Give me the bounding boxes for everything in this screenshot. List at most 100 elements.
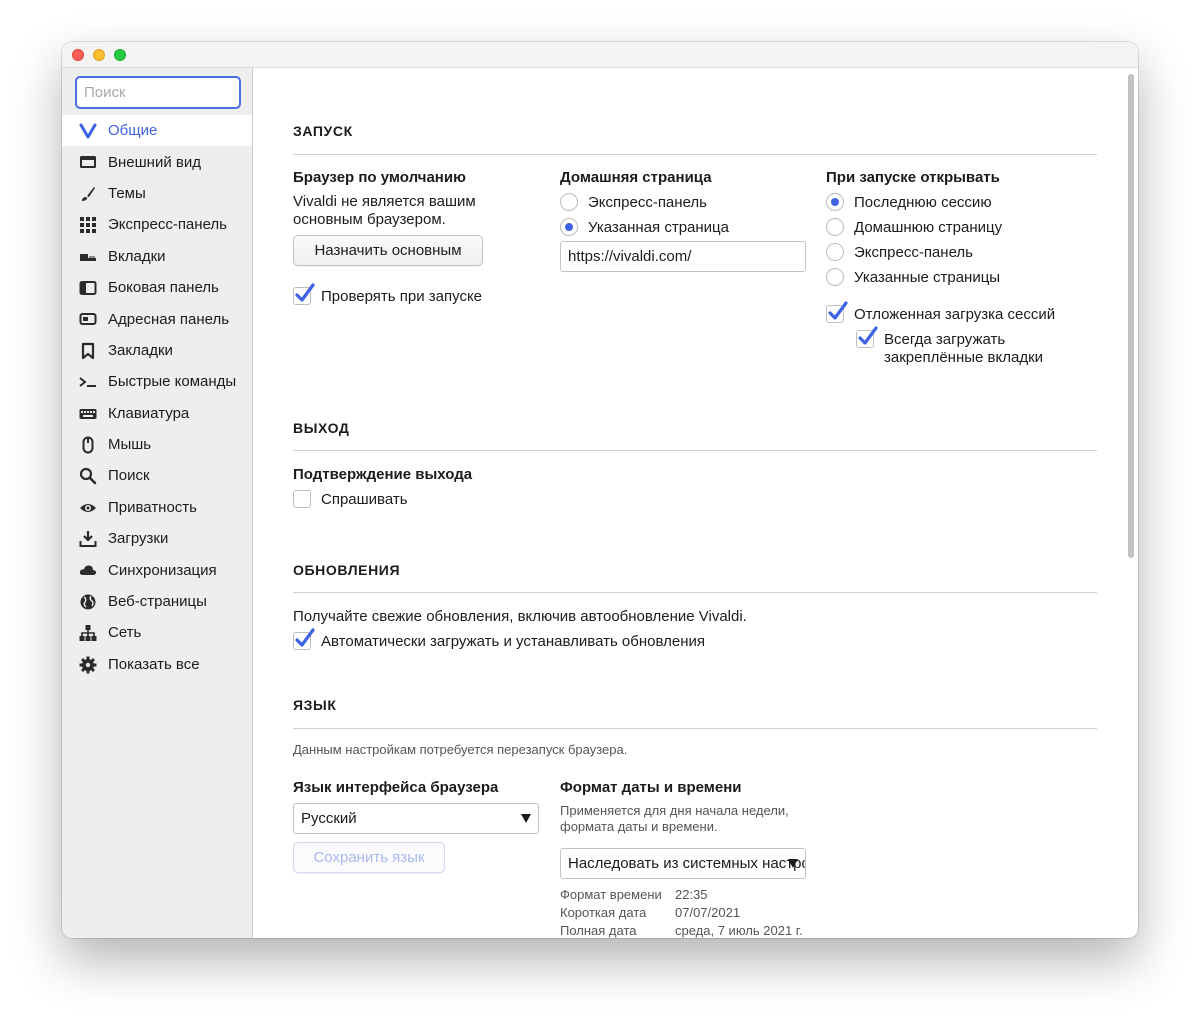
tabs-icon [80, 253, 96, 261]
datetime-format-heading: Формат даты и времени [560, 779, 742, 796]
auto-update-checkbox[interactable] [293, 628, 315, 650]
sidebar-item-quick-commands[interactable]: Быстрые команды [62, 366, 252, 397]
always-load-pinned-label-line1: Всегда загружать [884, 331, 1006, 348]
sidebar-item-label: Внешний вид [108, 153, 201, 171]
check-on-startup-label: Проверять при запуске [321, 288, 483, 305]
checkmark-icon [828, 301, 848, 320]
mouse-icon [82, 436, 94, 454]
datetime-format-select[interactable]: Наследовать из системных настроек [560, 848, 806, 879]
homepage-url-input[interactable] [560, 241, 806, 272]
sidebar-item-downloads[interactable]: Загрузки [62, 523, 252, 554]
check-on-startup-checkbox[interactable] [293, 283, 315, 305]
sidebar-item-tabs[interactable]: Вкладки [62, 241, 252, 272]
sidebar-nav: Общие Внешний вид Темы Экспресс-панель В… [62, 115, 252, 680]
title-bar [62, 42, 1138, 68]
search-icon [79, 468, 97, 485]
always-load-pinned-checkbox[interactable] [856, 326, 878, 348]
startup-option-label: Последнюю сессию [854, 194, 992, 211]
homepage-speed-dial-radio[interactable] [560, 193, 578, 211]
sidebar-item-mouse[interactable]: Мышь [62, 429, 252, 460]
datetime-format-value: Наследовать из системных настроек [568, 855, 806, 872]
section-title-exit: ВЫХОД [293, 420, 350, 436]
download-icon [79, 531, 97, 548]
keyboard-icon [79, 408, 97, 419]
content-scrollbar[interactable] [1128, 74, 1134, 558]
on-startup-heading: При запуске открывать [826, 169, 1000, 186]
sidebar-item-webpages[interactable]: Веб-страницы [62, 586, 252, 617]
sidebar-item-label: Приватность [108, 498, 197, 516]
ui-language-heading: Язык интерфейса браузера [293, 779, 499, 796]
startup-homepage-radio[interactable] [826, 218, 844, 236]
dropdown-arrow-icon [788, 859, 798, 868]
sidebar-item-sync[interactable]: Синхронизация [62, 554, 252, 585]
startup-option-label: Домашнюю страницу [854, 219, 1003, 236]
sidebar-item-speed-dial[interactable]: Экспресс-панель [62, 209, 252, 240]
ui-language-select[interactable]: Русский [293, 803, 539, 834]
minimize-window-button[interactable] [93, 49, 105, 61]
datetime-format-desc-line1: Применяется для дня начала недели, [560, 803, 789, 818]
sidebar-item-label: Синхронизация [108, 561, 217, 579]
zoom-window-button[interactable] [114, 49, 126, 61]
lazy-load-sessions-label: Отложенная загрузка сессий [854, 306, 1056, 323]
sidebar-item-bookmarks[interactable]: Закладки [62, 335, 252, 366]
sidebar-item-label: Вкладки [108, 247, 166, 265]
sidebar-item-label: Показать все [108, 655, 200, 673]
dropdown-arrow-icon [521, 814, 531, 823]
long-date-label: Полная дата [560, 923, 637, 938]
startup-speed-dial-radio[interactable] [826, 243, 844, 261]
sidebar-item-privacy[interactable]: Приватность [62, 492, 252, 523]
always-load-pinned-label-line2: закреплённые вкладки [884, 349, 1044, 366]
sidebar-item-label: Загрузки [108, 530, 169, 548]
language-restart-note: Данным настройкам потребуется перезапуск… [293, 742, 628, 757]
sidebar-item-address-bar[interactable]: Адресная панель [62, 303, 252, 334]
sidebar-item-label: Веб-страницы [108, 593, 207, 611]
address-bar-icon [79, 313, 97, 326]
ask-on-exit-checkbox[interactable] [293, 490, 311, 508]
close-window-button[interactable] [72, 49, 84, 61]
settings-content: ЗАПУСК Браузер по умолчанию Vivaldi не я… [254, 68, 1138, 938]
eye-icon [80, 503, 96, 512]
sidebar-item-label: Экспресс-панель [108, 216, 227, 234]
sidebar-item-show-all[interactable]: Показать все [62, 649, 252, 680]
sidebar-item-themes[interactable]: Темы [62, 178, 252, 209]
section-title-startup: ЗАПУСК [293, 123, 353, 139]
sidebar-item-label: Поиск [108, 467, 150, 485]
homepage-option-label: Указанная страница [588, 219, 729, 236]
default-browser-status-line2: основным браузером. [293, 211, 446, 228]
startup-last-session-radio[interactable] [826, 193, 844, 211]
grid-icon [80, 217, 96, 234]
sidebar-item-label: Темы [108, 184, 146, 202]
sidebar-item-appearance[interactable]: Внешний вид [62, 146, 252, 177]
exit-confirmation-heading: Подтверждение выхода [293, 466, 473, 483]
lazy-load-sessions-checkbox[interactable] [826, 301, 848, 323]
startup-option-label: Экспресс-панель [854, 244, 973, 261]
startup-specific-pages-radio[interactable] [826, 268, 844, 286]
sidebar-item-label: Общие [108, 122, 158, 140]
short-date-value: 07/07/2021 [675, 905, 741, 920]
sidebar-item-label: Мышь [108, 436, 152, 454]
default-browser-status-line1: Vivaldi не является вашим [293, 193, 476, 210]
sidebar-item-label: Адресная панель [108, 310, 230, 328]
sidebar-item-network[interactable]: Сеть [62, 617, 252, 648]
set-default-browser-button[interactable]: Назначить основным [293, 235, 483, 266]
sidebar-item-panel[interactable]: Боковая панель [62, 272, 252, 303]
sidebar-item-general[interactable]: Общие [62, 115, 252, 147]
settings-window: Общие Внешний вид Темы Экспресс-панель В… [62, 42, 1138, 938]
sidebar-item-keyboard[interactable]: Клавиатура [62, 398, 252, 429]
cloud-icon [79, 565, 97, 576]
settings-search-input[interactable] [75, 76, 241, 109]
homepage-specific-page-radio[interactable] [560, 218, 578, 236]
save-language-button[interactable]: Сохранить язык [293, 842, 445, 873]
sidebar-item-label: Клавиатура [108, 404, 190, 422]
sidebar-item-search[interactable]: Поиск [62, 460, 252, 491]
panel-icon [79, 280, 97, 295]
startup-option-label: Указанные страницы [854, 269, 1001, 286]
section-title-language: ЯЗЫК [293, 697, 337, 713]
vivaldi-logo-icon [79, 123, 97, 139]
long-date-value: среда, 7 июль 2021 г. [675, 923, 803, 938]
folder-icon [80, 156, 96, 169]
gear-icon [79, 656, 97, 674]
network-icon [79, 625, 97, 642]
section-divider [293, 450, 1097, 451]
globe-icon [80, 594, 96, 610]
